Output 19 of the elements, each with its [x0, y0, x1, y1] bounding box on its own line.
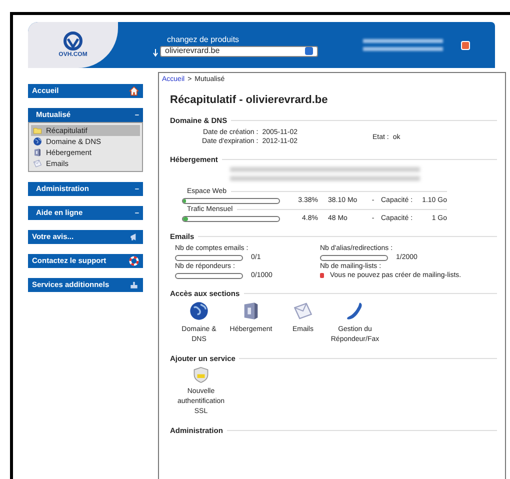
select-stepper-icon — [305, 47, 313, 55]
globe-icon — [33, 137, 42, 146]
product-label: changez de produits — [167, 34, 240, 46]
page-title: Récapitulatif - olivierevrard.be — [170, 94, 329, 107]
shield-lock-icon — [192, 366, 210, 384]
globe-icon — [189, 301, 209, 321]
select-value: olivierevrard.be — [165, 45, 220, 57]
lifebuoy-icon — [129, 256, 139, 266]
envelope-icon — [33, 159, 42, 168]
warning-icon — [320, 273, 324, 278]
logo-icon — [62, 30, 84, 50]
server-icon — [33, 148, 42, 157]
envelope-icon — [293, 301, 313, 321]
folder-icon — [33, 126, 42, 135]
product-select[interactable]: olivierevrard.be — [160, 46, 318, 56]
down-arrow-icon — [153, 48, 158, 56]
progress-bar — [175, 254, 243, 260]
progress-bar — [175, 272, 243, 278]
home-icon — [129, 86, 139, 96]
